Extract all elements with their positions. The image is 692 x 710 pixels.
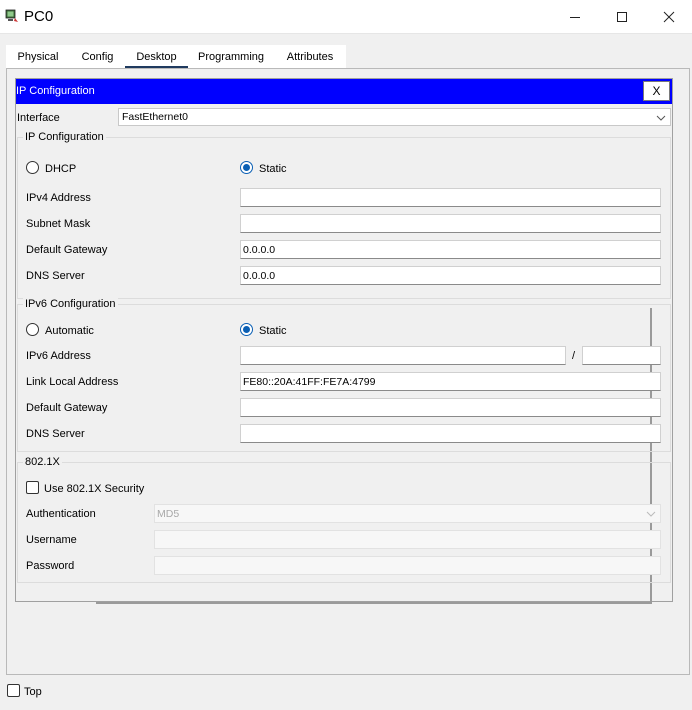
tab-attributes[interactable]: Attributes: [274, 45, 346, 69]
default-gateway-field[interactable]: 0.0.0.0: [240, 240, 661, 259]
ipv6-address-label: IPv6 Address: [26, 350, 91, 362]
username-label: Username: [26, 534, 77, 546]
ipv4-static-label: Static: [259, 163, 287, 175]
interface-select-value: FastEthernet0: [122, 111, 188, 123]
ipv6-group-legend: IPv6 Configuration: [23, 298, 118, 310]
ipv6-default-gateway-label: Default Gateway: [26, 402, 108, 414]
authentication-select-value: MD5: [157, 508, 180, 520]
ipv6-dns-server-field[interactable]: [240, 424, 661, 443]
use-8021x-label: Use 802.1X Security: [44, 483, 145, 495]
window-title: PC0: [24, 8, 54, 25]
pc-icon: [5, 9, 18, 22]
authentication-label: Authentication: [26, 508, 96, 520]
dhcp-label: DHCP: [45, 163, 77, 175]
top-checkbox[interactable]: [7, 684, 20, 697]
ipv6-static-label: Static: [259, 325, 287, 337]
chevron-down-icon: [656, 115, 666, 121]
use-8021x-checkbox[interactable]: [26, 481, 39, 494]
automatic-radio[interactable]: [26, 323, 39, 336]
link-local-address-label: Link Local Address: [26, 376, 119, 388]
top-label: Top: [24, 686, 42, 698]
window-shadow-bottom: [96, 602, 652, 604]
prefix-slash: /: [572, 350, 576, 362]
ip-configuration-title: IP Configuration: [16, 85, 95, 97]
ipv4-static-radio[interactable]: [240, 161, 253, 174]
dot1x-group-legend: 802.1X: [23, 456, 62, 468]
minimize-icon: [570, 17, 580, 18]
interface-label: Interface: [17, 112, 60, 124]
automatic-label: Automatic: [45, 325, 94, 337]
maximize-icon: [617, 12, 627, 22]
link-local-address-field[interactable]: FE80::20A:41FF:FE7A:4799: [240, 372, 661, 391]
username-field[interactable]: [154, 530, 661, 549]
tab-programming[interactable]: Programming: [188, 45, 274, 69]
dns-server-field[interactable]: 0.0.0.0: [240, 266, 661, 285]
close-icon: [663, 11, 675, 23]
tab-config[interactable]: Config: [70, 45, 125, 69]
ip-configuration-header: [16, 79, 672, 104]
ipv6-prefix-field[interactable]: [582, 346, 661, 365]
dns-server-label: DNS Server: [26, 270, 85, 282]
interface-select[interactable]: FastEthernet0: [118, 108, 671, 126]
ipv4-group-legend: IP Configuration: [23, 131, 106, 143]
subnet-mask-field[interactable]: [240, 214, 661, 233]
password-field[interactable]: [154, 556, 661, 575]
ipv6-static-radio[interactable]: [240, 323, 253, 336]
minimize-button[interactable]: [552, 0, 598, 34]
ipv6-address-field[interactable]: [240, 346, 566, 365]
subnet-mask-label: Subnet Mask: [26, 218, 91, 230]
title-bar: PC0: [0, 0, 692, 34]
tab-physical[interactable]: Physical: [6, 45, 70, 69]
ipv6-default-gateway-field[interactable]: [240, 398, 661, 417]
ipv6-dns-server-label: DNS Server: [26, 428, 85, 440]
maximize-button[interactable]: [599, 0, 645, 34]
close-window-button[interactable]: [646, 0, 692, 34]
default-gateway-label: Default Gateway: [26, 244, 108, 256]
chevron-down-icon: [646, 511, 656, 517]
password-label: Password: [26, 560, 75, 572]
dhcp-radio[interactable]: [26, 161, 39, 174]
ipv4-address-field[interactable]: [240, 188, 661, 207]
tab-desktop[interactable]: Desktop: [125, 45, 188, 69]
authentication-select[interactable]: MD5: [154, 504, 661, 523]
ipv4-address-label: IPv4 Address: [26, 192, 91, 204]
ip-configuration-close-button[interactable]: X: [643, 81, 670, 101]
